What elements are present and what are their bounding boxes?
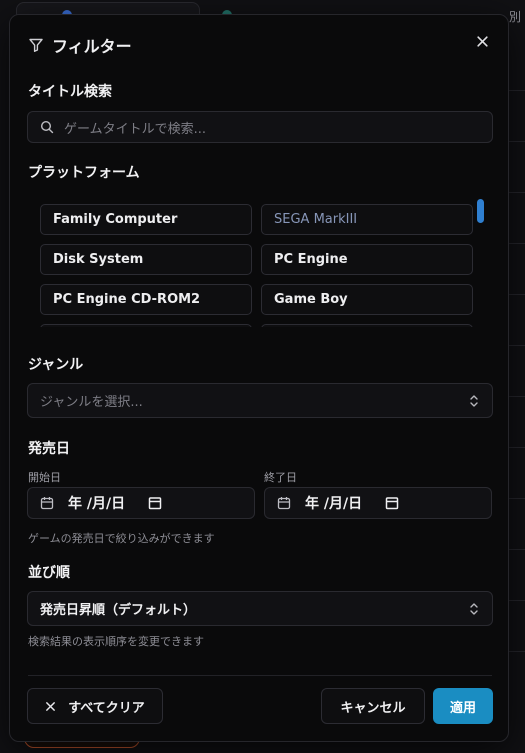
footer-divider [28, 675, 492, 676]
platform-option-game-boy[interactable]: Game Boy [261, 284, 473, 315]
end-date-value: 年 /月/日 [305, 496, 363, 512]
platform-list[interactable]: Family Computer SEGA MarkIII Disk System… [28, 197, 486, 327]
start-date-input[interactable]: 年 /月/日 [27, 487, 255, 519]
chevron-up-down-icon [470, 602, 478, 615]
title-search-label: タイトル検索 [28, 84, 112, 100]
title-search-placeholder: ゲームタイトルで検索... [64, 121, 207, 137]
calendar-icon [40, 497, 54, 510]
close-button[interactable] [472, 31, 492, 51]
background-list [509, 40, 525, 740]
close-icon [476, 35, 488, 47]
clear-all-label: すべてクリア [68, 700, 145, 716]
release-date-label: 発売日 [28, 441, 70, 457]
calendar-icon [277, 497, 291, 510]
sort-value: 発売日昇順（デフォルト） [40, 603, 197, 618]
platform-option-family-computer[interactable]: Family Computer [40, 204, 252, 235]
title-search-input[interactable]: ゲームタイトルで検索... [27, 111, 493, 143]
platform-option-sega-markiii[interactable]: SEGA MarkIII [261, 204, 473, 235]
apply-button[interactable]: 適用 [433, 688, 493, 724]
cancel-button[interactable]: キャンセル [321, 688, 425, 724]
start-date-label: 開始日 [28, 471, 61, 484]
genre-label: ジャンル [28, 357, 84, 373]
platform-option-partial[interactable] [40, 324, 252, 327]
calendar-picker-icon[interactable] [385, 496, 399, 510]
clear-all-button[interactable]: すべてクリア [27, 688, 163, 724]
calendar-picker-icon[interactable] [148, 496, 162, 510]
platform-option-disk-system[interactable]: Disk System [40, 244, 252, 275]
dialog-header: フィルター [28, 33, 132, 57]
search-icon [40, 120, 54, 134]
platform-label: プラットフォーム [28, 165, 140, 181]
end-date-label: 終了日 [264, 471, 297, 484]
filter-icon [29, 38, 43, 52]
dialog-title: フィルター [52, 37, 132, 56]
start-date-value: 年 /月/日 [68, 496, 126, 512]
platform-option-pc-engine-cd-rom2[interactable]: PC Engine CD-ROM2 [40, 284, 252, 315]
platform-option-partial[interactable] [261, 324, 473, 327]
sort-select[interactable]: 発売日昇順（デフォルト） [27, 591, 493, 626]
sort-label: 並び順 [28, 565, 70, 581]
filter-dialog: フィルター タイトル検索 ゲームタイトルで検索... プラットフォーム Fami… [9, 14, 509, 742]
end-date-input[interactable]: 年 /月/日 [264, 487, 492, 519]
platform-option-pc-engine[interactable]: PC Engine [261, 244, 473, 275]
genre-placeholder: ジャンルを選択... [40, 395, 143, 410]
background-text: 別 [508, 10, 521, 24]
close-icon [46, 701, 56, 711]
chevron-up-down-icon [470, 394, 478, 407]
release-date-hint: ゲームの発売日で絞り込みができます [28, 532, 215, 545]
sort-hint: 検索結果の表示順序を変更できます [28, 635, 204, 648]
genre-select[interactable]: ジャンルを選択... [27, 383, 493, 418]
platform-scrollbar[interactable] [477, 199, 484, 223]
